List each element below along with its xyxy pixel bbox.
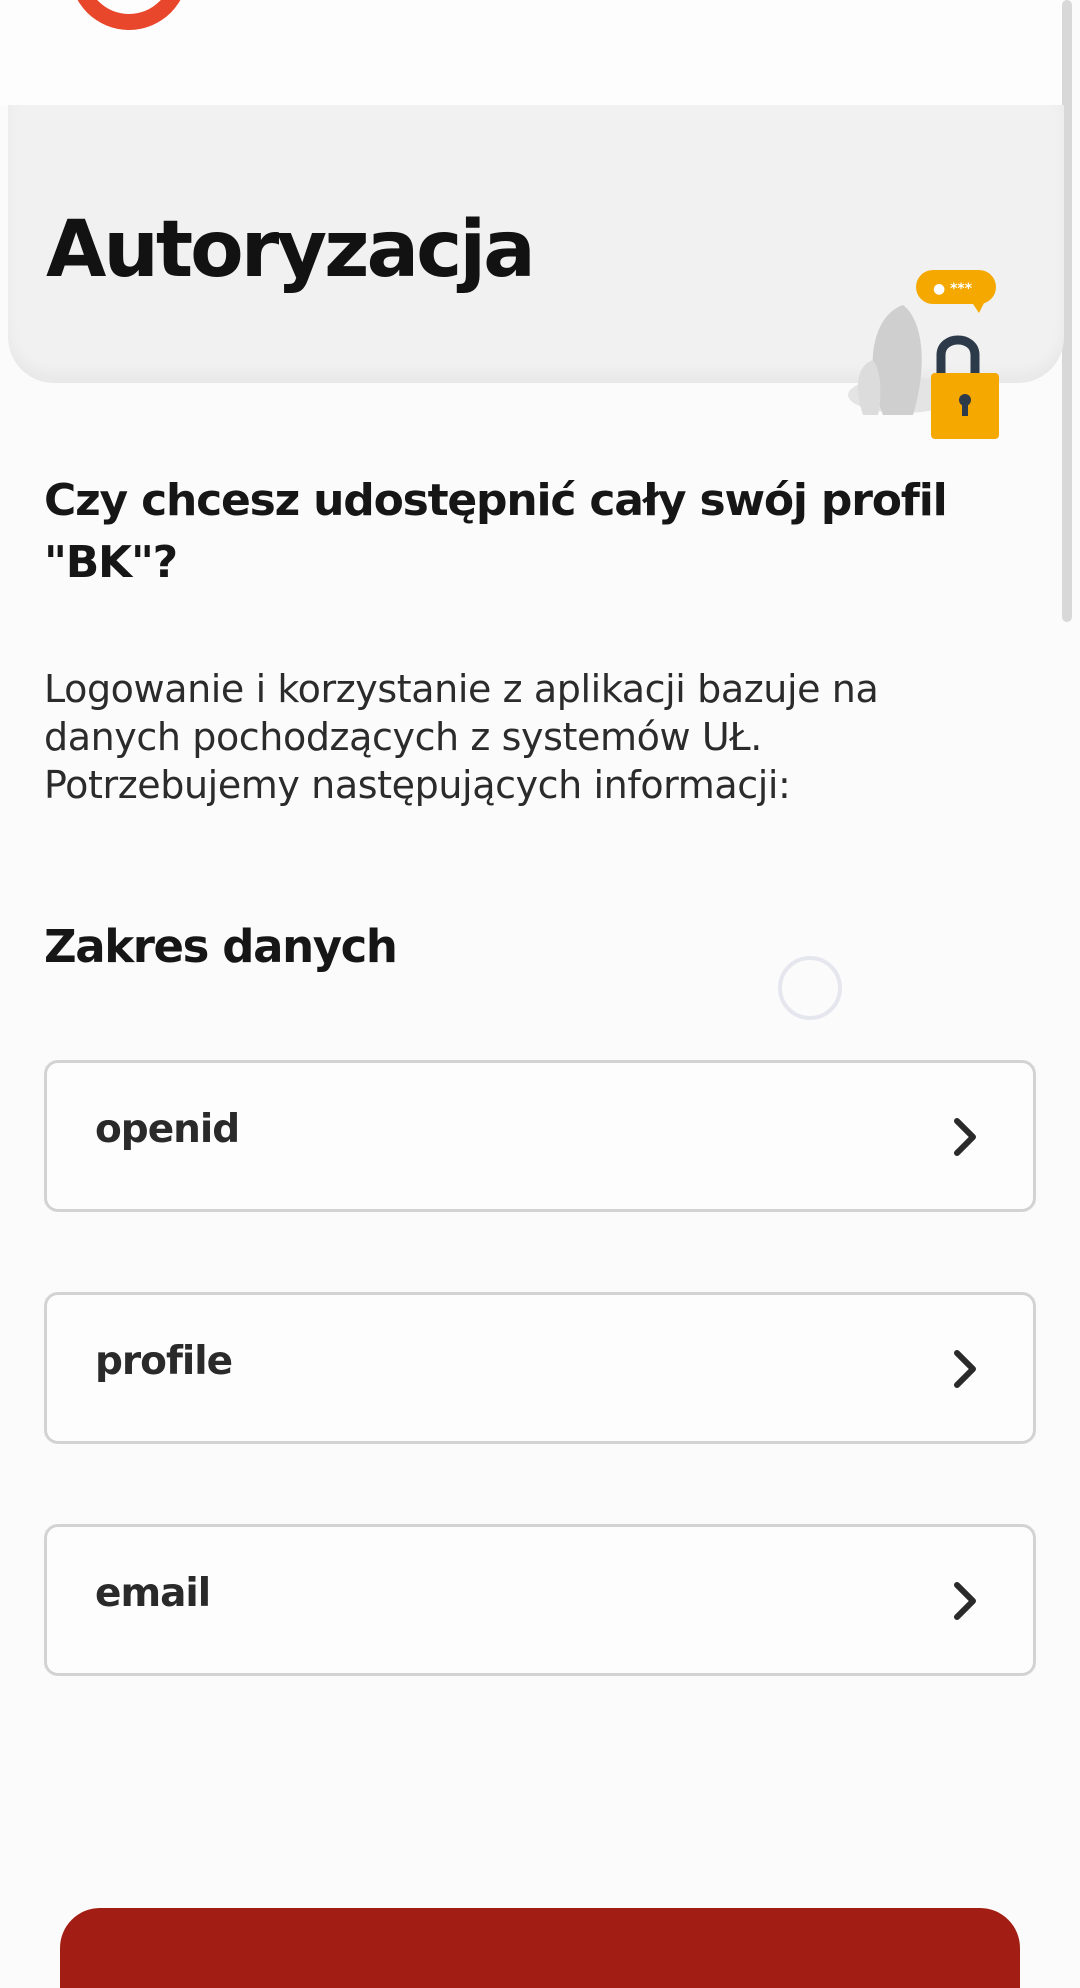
app-logo-icon[interactable]: [70, 0, 188, 30]
svg-text:● ***: ● ***: [933, 281, 973, 297]
consent-description: Logowanie i korzystanie z aplikacji bazu…: [44, 667, 879, 807]
chevron-right-icon: [954, 1582, 976, 1620]
scope-item-profile[interactable]: profile: [44, 1292, 1036, 1444]
header-card: Autoryzacja ● ***: [8, 105, 1064, 439]
scope-heading: Zakres danych: [44, 920, 398, 973]
page-title: Autoryzacja: [46, 205, 536, 295]
scope-item-label: profile: [95, 1339, 233, 1384]
chevron-right-icon: [954, 1350, 976, 1388]
scope-item-label: openid: [95, 1107, 240, 1152]
chevron-right-icon: [954, 1118, 976, 1156]
padlock-icon: ● ***: [848, 270, 999, 439]
scope-item-label: email: [95, 1571, 211, 1616]
scope-item-email[interactable]: email: [44, 1524, 1036, 1676]
loading-spinner-icon: [778, 956, 842, 1020]
primary-action-button[interactable]: [60, 1908, 1020, 1988]
consent-question: Czy chcesz udostępnić cały swój profil "…: [44, 475, 948, 588]
top-bar: [0, 0, 1062, 105]
scope-item-openid[interactable]: openid: [44, 1060, 1036, 1212]
